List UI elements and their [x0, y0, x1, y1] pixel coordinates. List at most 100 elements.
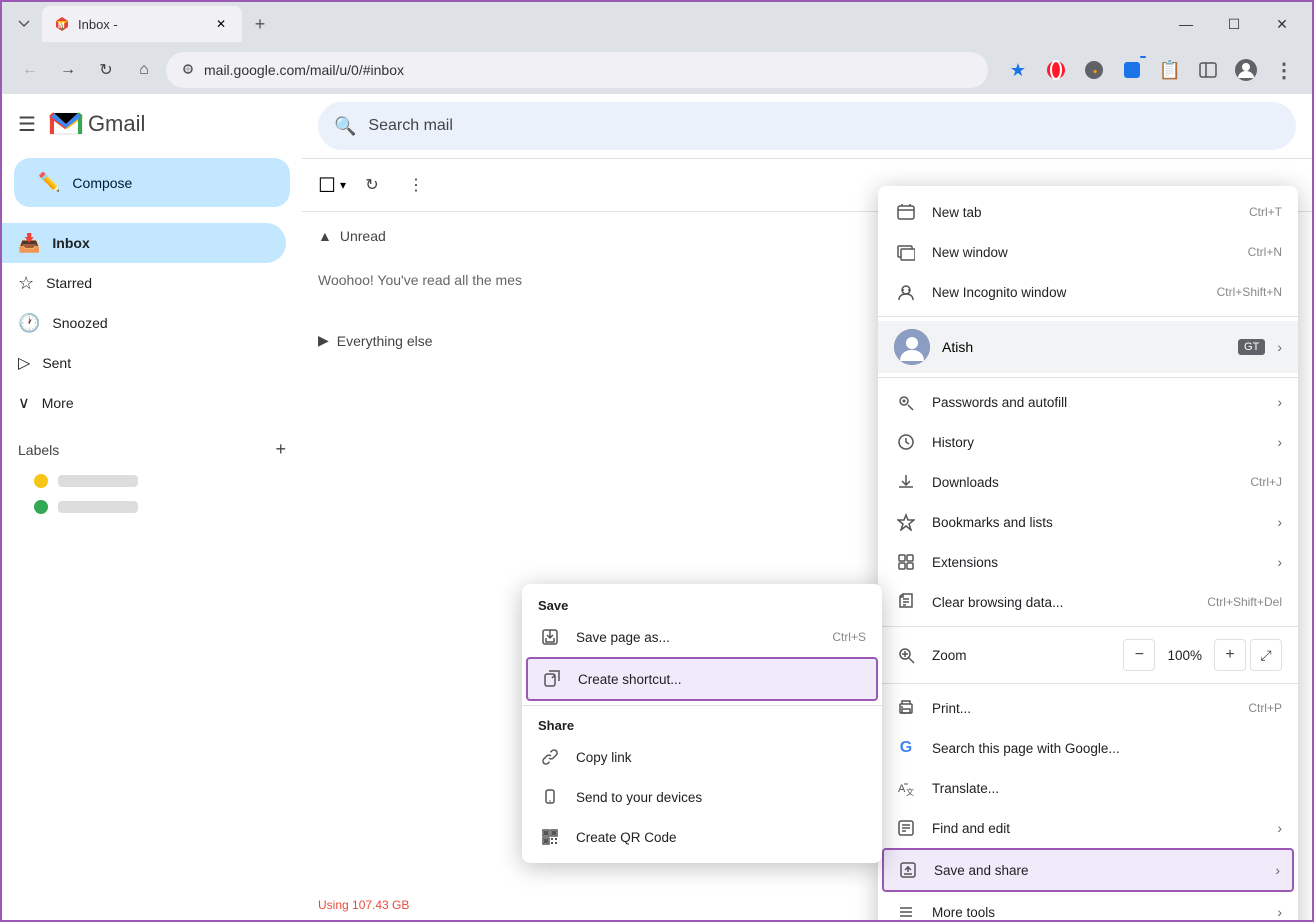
incognito-menu-icon: [894, 280, 918, 304]
maximize-button[interactable]: ☐: [1212, 9, 1256, 39]
user-avatar: [894, 329, 930, 365]
forward-button[interactable]: →: [52, 54, 84, 86]
sub-menu-item-create-qr[interactable]: Create QR Code: [522, 817, 882, 857]
profile-icon[interactable]: [1230, 54, 1262, 86]
find-edit-arrow-icon: ›: [1277, 820, 1282, 836]
star-icon[interactable]: ★: [1002, 54, 1034, 86]
menu-divider-3: [878, 626, 1298, 627]
sidebar-item-sent[interactable]: ▷ Sent: [2, 343, 286, 383]
home-button[interactable]: ⌂: [128, 54, 160, 86]
new-window-label: New window: [932, 245, 1234, 260]
share-section-title: Share: [522, 710, 882, 737]
menu-divider-4: [878, 683, 1298, 684]
menu-item-save-share[interactable]: Save and share ›: [882, 848, 1294, 892]
create-shortcut-label: Create shortcut...: [578, 672, 864, 687]
history-icon: [894, 430, 918, 454]
refresh-button[interactable]: ↻: [90, 54, 122, 86]
back-button[interactable]: ←: [14, 54, 46, 86]
bookmarks-label: Bookmarks and lists: [932, 515, 1263, 530]
new-tab-label: New tab: [932, 205, 1235, 220]
translate-label: Translate...: [932, 781, 1282, 796]
sub-menu-divider: [522, 705, 882, 706]
user-arrow-icon: ›: [1277, 339, 1282, 355]
inbox-icon: 📥: [18, 233, 40, 254]
starred-icon: ☆: [18, 273, 34, 294]
menu-item-find-edit[interactable]: Find and edit ›: [878, 808, 1298, 848]
sidebar-item-snoozed[interactable]: 🕐 Snoozed: [2, 303, 286, 343]
search-icon: 🔍: [334, 116, 356, 137]
tab-favicon: M: [54, 16, 70, 32]
sidebar-item-inbox[interactable]: 📥 Inbox: [2, 223, 286, 263]
labels-header: Labels +: [18, 439, 286, 460]
sub-menu-item-save-page-as[interactable]: Save page as... Ctrl+S: [522, 617, 882, 657]
snoozed-label: Snoozed: [52, 315, 107, 331]
bookmarks-arrow-icon: ›: [1277, 514, 1282, 530]
notification-badge: [1140, 56, 1146, 58]
tab-title: Inbox -: [78, 17, 204, 32]
menu-item-new-window[interactable]: New window Ctrl+N: [878, 232, 1298, 272]
sub-menu-item-create-shortcut[interactable]: Create shortcut...: [526, 657, 878, 701]
chrome-menu-button[interactable]: ⋮: [1268, 54, 1300, 86]
label-name-1: [58, 475, 138, 487]
tab-close-button[interactable]: ✕: [212, 15, 230, 33]
menu-user-profile[interactable]: Atish GT ›: [878, 321, 1298, 373]
downloads-label: Downloads: [932, 475, 1236, 490]
extensions-icon: [894, 550, 918, 574]
menu-item-new-tab[interactable]: New tab Ctrl+T: [878, 192, 1298, 232]
print-shortcut: Ctrl+P: [1248, 701, 1282, 715]
label-item-1[interactable]: [18, 468, 286, 494]
menu-item-extensions[interactable]: Extensions ›: [878, 542, 1298, 582]
zoom-label: Zoom: [932, 648, 1109, 663]
user-badge: GT: [1238, 339, 1265, 355]
sidebar-item-starred[interactable]: ☆ Starred: [2, 263, 286, 303]
hamburger-menu-icon[interactable]: ☰: [18, 112, 36, 137]
labels-add-icon[interactable]: +: [275, 439, 286, 460]
badge-extension-icon[interactable]: [1116, 54, 1148, 86]
menu-item-history[interactable]: History ›: [878, 422, 1298, 462]
search-google-icon: G: [894, 736, 918, 760]
zoom-minus-button[interactable]: −: [1123, 639, 1155, 671]
menu-item-bookmarks[interactable]: Bookmarks and lists ›: [878, 502, 1298, 542]
clipboard-icon[interactable]: 📋: [1154, 54, 1186, 86]
menu-item-passwords[interactable]: Passwords and autofill ›: [878, 382, 1298, 422]
svg-text:M: M: [58, 21, 65, 30]
menu-item-incognito[interactable]: New Incognito window Ctrl+Shift+N: [878, 272, 1298, 312]
zoom-expand-button[interactable]: ⤢: [1250, 639, 1282, 671]
minimize-button[interactable]: —: [1164, 9, 1208, 39]
menu-item-search-google[interactable]: G Search this page with Google...: [878, 728, 1298, 768]
menu-item-downloads[interactable]: Downloads Ctrl+J: [878, 462, 1298, 502]
sub-menu-item-copy-link[interactable]: Copy link: [522, 737, 882, 777]
save-share-label: Save and share: [934, 863, 1261, 878]
more-tools-icon: [894, 900, 918, 920]
select-checkbox[interactable]: ☐ ▾: [318, 173, 346, 198]
extensions-label: Extensions: [932, 555, 1263, 570]
sub-menu-item-send-devices[interactable]: Send to your devices: [522, 777, 882, 817]
print-icon: [894, 696, 918, 720]
incognito-shortcut: Ctrl+Shift+N: [1217, 285, 1282, 299]
opera-icon[interactable]: [1040, 54, 1072, 86]
menu-item-clear-browsing[interactable]: Clear browsing data... Ctrl+Shift+Del: [878, 582, 1298, 622]
menu-item-translate[interactable]: A文 Translate...: [878, 768, 1298, 808]
tab-dropdown[interactable]: [10, 10, 38, 38]
browser-tab[interactable]: M Inbox - ✕: [42, 6, 242, 42]
extension-icon[interactable]: 🔸: [1078, 54, 1110, 86]
starred-label: Starred: [46, 275, 92, 291]
toolbar-icons: ★ 🔸 📋 ⋮: [1002, 54, 1300, 86]
refresh-emails-button[interactable]: ↻: [354, 167, 390, 203]
close-button[interactable]: ✕: [1260, 9, 1304, 39]
url-bar[interactable]: mail.google.com/mail/u/0/#inbox: [166, 52, 988, 88]
svg-text:🔸: 🔸: [1089, 67, 1101, 78]
url-text: mail.google.com/mail/u/0/#inbox: [204, 62, 974, 78]
more-options-button[interactable]: ⋮: [398, 167, 434, 203]
passwords-icon: [894, 390, 918, 414]
compose-button[interactable]: ✏️ Compose: [14, 158, 290, 207]
sidebar-toggle-icon[interactable]: [1192, 54, 1224, 86]
zoom-plus-button[interactable]: +: [1214, 639, 1246, 671]
search-bar[interactable]: 🔍 Search mail: [318, 102, 1296, 150]
sidebar-item-more[interactable]: ∨ More: [2, 383, 286, 423]
new-tab-button[interactable]: +: [246, 10, 274, 38]
menu-item-more-tools[interactable]: More tools ›: [878, 892, 1298, 920]
history-label: History: [932, 435, 1263, 450]
menu-item-print[interactable]: Print... Ctrl+P: [878, 688, 1298, 728]
label-item-2[interactable]: [18, 494, 286, 520]
